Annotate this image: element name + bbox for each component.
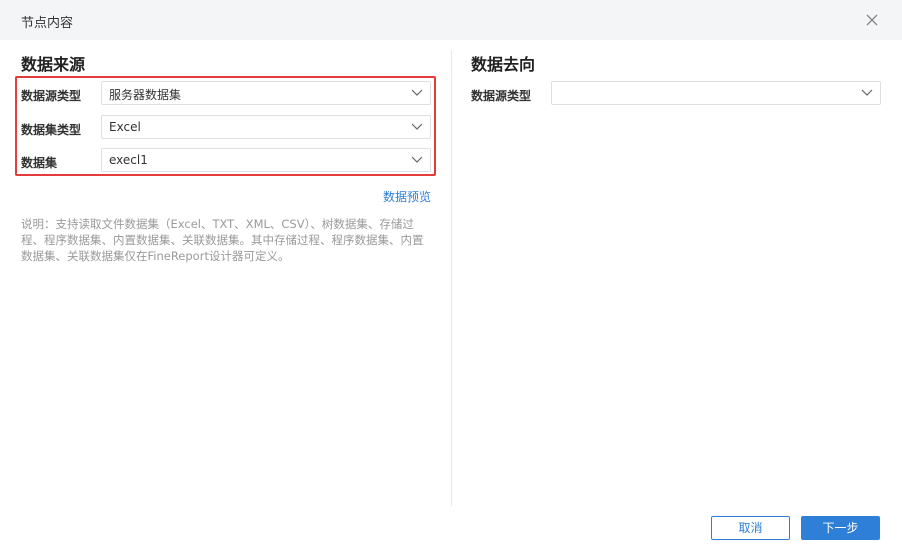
- source-section-title: 数据来源: [21, 55, 86, 74]
- dataset-type-value: Excel: [109, 120, 141, 134]
- target-source-type-select[interactable]: [551, 81, 881, 105]
- dataset-type-label: 数据集类型: [21, 123, 82, 137]
- source-type-label: 数据源类型: [21, 89, 82, 103]
- dialog-header: 节点内容: [0, 0, 902, 40]
- chevron-down-icon: [411, 89, 423, 97]
- dialog-title: 节点内容: [21, 16, 74, 31]
- target-source-type-label: 数据源类型: [471, 89, 532, 103]
- source-type-select[interactable]: 服务器数据集: [101, 81, 431, 105]
- chevron-down-icon: [861, 89, 873, 97]
- dataset-select[interactable]: execl1: [101, 148, 431, 172]
- chevron-down-icon: [411, 123, 423, 131]
- dataset-type-select[interactable]: Excel: [101, 115, 431, 139]
- close-button[interactable]: [862, 10, 882, 30]
- source-type-value: 服务器数据集: [109, 88, 182, 102]
- next-step-button[interactable]: 下一步: [801, 516, 880, 540]
- source-note: 说明：支持读取文件数据集（Excel、TXT、XML、CSV）、树数据集、存储过…: [21, 217, 424, 263]
- panel-divider: [451, 50, 452, 506]
- dataset-value: execl1: [109, 153, 148, 167]
- cancel-button[interactable]: 取消: [711, 516, 790, 540]
- data-preview-link[interactable]: 数据预览: [383, 188, 431, 205]
- chevron-down-icon: [411, 156, 423, 164]
- target-section-title: 数据去向: [471, 55, 536, 74]
- close-icon: [866, 14, 878, 26]
- dataset-label: 数据集: [21, 156, 58, 170]
